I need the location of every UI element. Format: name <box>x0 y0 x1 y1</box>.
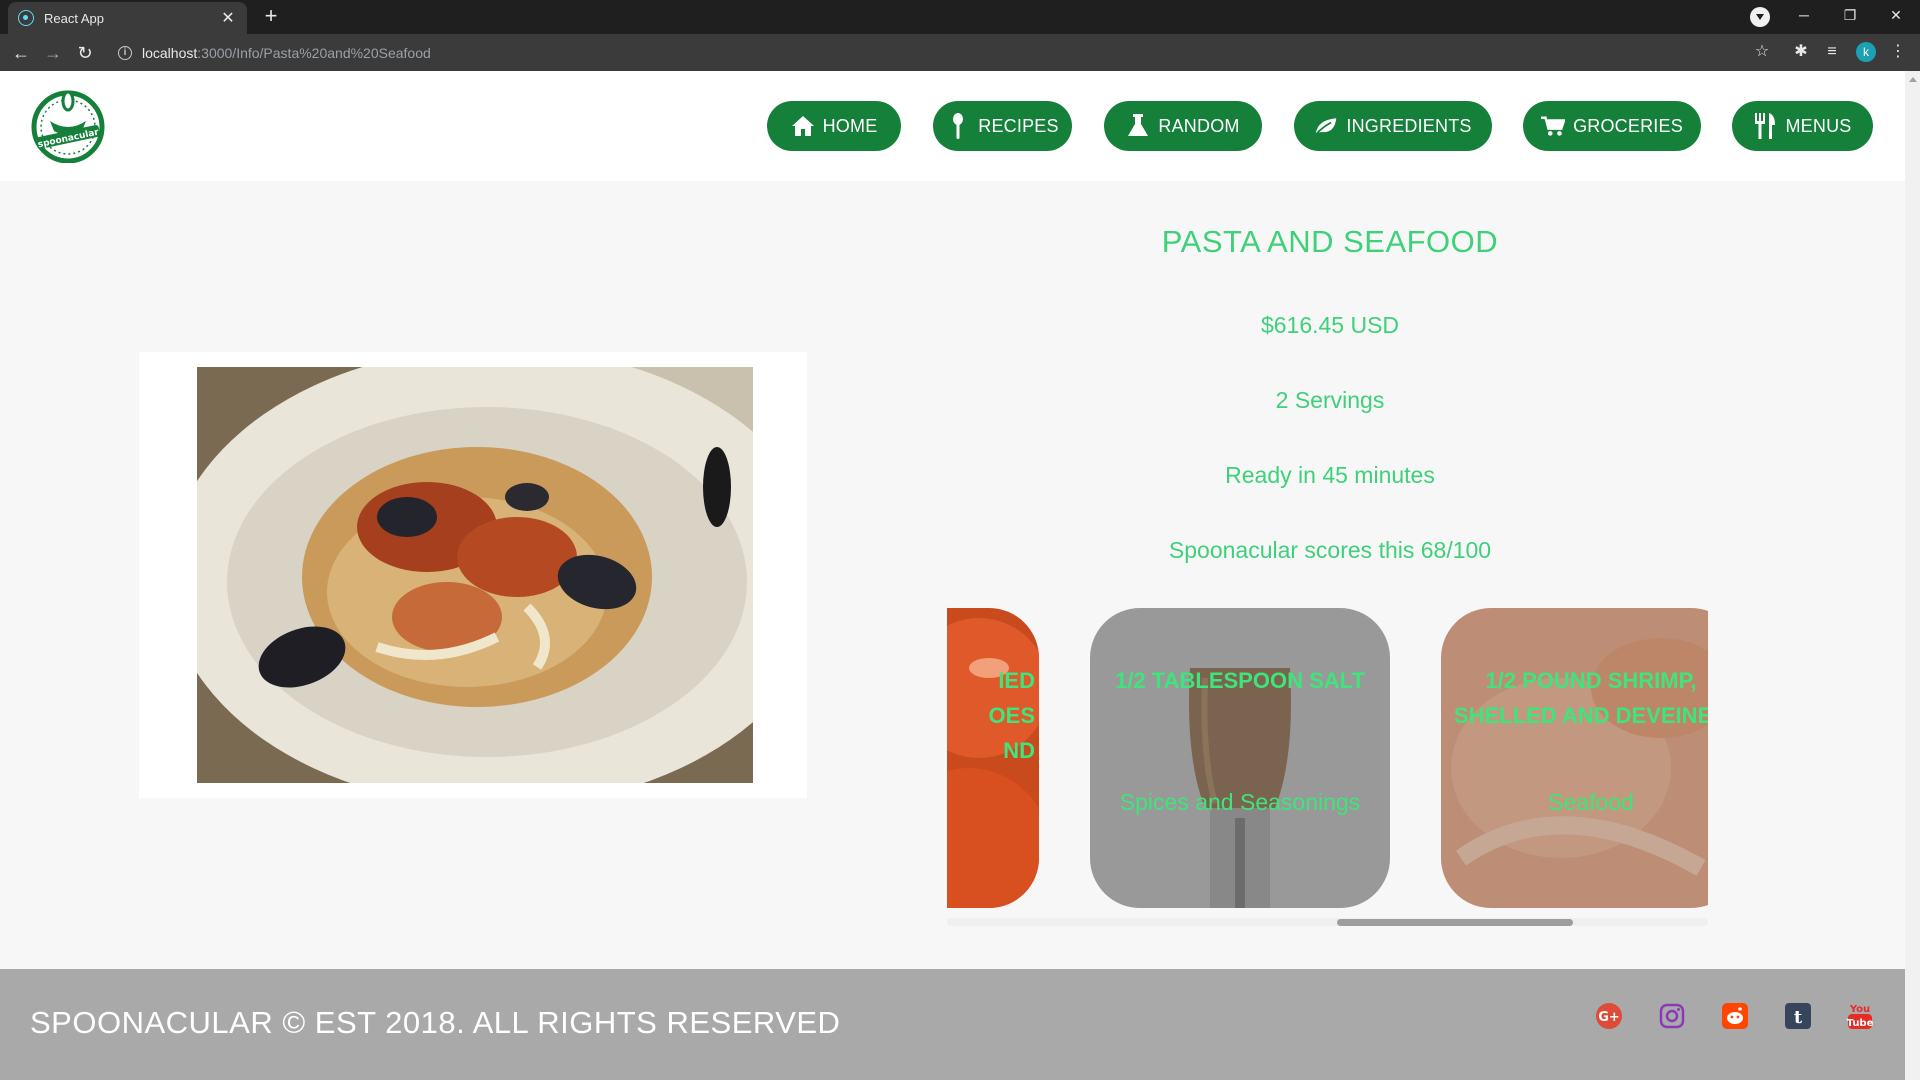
ingredient-name: 1/2 POUND SHRIMP, SHELLED AND DEVEINED <box>1453 668 1708 728</box>
page: spoonacular HOME RECIPES RANDOM INGREDIE… <box>0 71 1905 1080</box>
media-control-icon[interactable] <box>1750 7 1770 27</box>
scroll-up-icon[interactable] <box>1909 77 1917 82</box>
nav-recipes-label: RECIPES <box>978 115 1059 136</box>
nav-menus-button[interactable]: MENUS <box>1732 101 1873 151</box>
nav-groceries-button[interactable]: GROCERIES <box>1523 101 1701 151</box>
svg-text:G+: G+ <box>1598 1010 1620 1025</box>
browser-tab-bar: React App ✕ + ─ ❐ ✕ <box>0 0 1920 34</box>
ingredient-name: IED OES ND <box>988 668 1035 763</box>
svg-text:You: You <box>1849 1004 1870 1015</box>
utensils-icon <box>1753 113 1777 139</box>
nav-groceries-label: GROCERIES <box>1573 115 1683 136</box>
profile-avatar[interactable]: k <box>1856 42 1876 62</box>
browser-tab[interactable]: React App ✕ <box>8 2 247 34</box>
url-path: :3000/Info/Pasta%20and%20Seafood <box>197 44 431 61</box>
extensions-icon[interactable]: ✱ <box>1790 41 1812 63</box>
flask-icon <box>1126 114 1150 138</box>
footer-copyright: SPOONACULAR © EST 2018. ALL RIGHTS RESER… <box>30 1005 841 1040</box>
url-host: localhost <box>142 44 198 61</box>
bookmark-star-icon[interactable]: ☆ <box>1751 41 1773 63</box>
leaf-icon <box>1314 114 1338 138</box>
ingredient-card[interactable]: 1/2 TABLESPOON SALT Spices and Seasoning… <box>1090 608 1390 908</box>
google-plus-icon[interactable]: G+ <box>1594 1001 1624 1031</box>
nav-home-button[interactable]: HOME <box>767 101 901 151</box>
url-field[interactable]: i localhost:3000/Info/Pasta%20and%20Seaf… <box>110 39 1770 66</box>
youtube-icon[interactable]: You Tube <box>1845 1001 1875 1031</box>
back-icon[interactable]: ← <box>8 40 34 66</box>
site-info-icon[interactable]: i <box>118 45 132 60</box>
pasta-seafood-photo <box>197 367 753 783</box>
reload-icon[interactable]: ↻ <box>72 40 98 66</box>
nav-menus-label: MENUS <box>1785 115 1852 136</box>
reddit-icon[interactable] <box>1720 1001 1750 1031</box>
nav-ingredients-button[interactable]: INGREDIENTS <box>1294 101 1492 151</box>
new-tab-button[interactable]: + <box>258 4 284 30</box>
spoon-icon <box>946 113 970 139</box>
recipe-score: Spoonacular scores this 68/100 <box>1168 537 1492 563</box>
nav-ingredients-label: INGREDIENTS <box>1346 115 1472 136</box>
ingredient-aisle: Seafood <box>1548 789 1634 815</box>
svg-text:Tube: Tube <box>1847 1018 1874 1029</box>
instagram-icon[interactable] <box>1657 1001 1687 1031</box>
recipe-servings: 2 Servings <box>1275 387 1385 413</box>
ingredient-card[interactable]: IED OES ND <box>947 608 1039 908</box>
tab-title: React App <box>44 10 104 26</box>
recipe-image-card <box>139 352 807 798</box>
ingredient-aisle: Spices and Seasonings <box>1119 789 1361 815</box>
carousel-scrollbar-track[interactable] <box>947 918 1708 926</box>
recipe-price: $616.45 USD <box>1260 312 1400 338</box>
nav-random-button[interactable]: RANDOM <box>1104 101 1262 151</box>
site-footer: SPOONACULAR © EST 2018. ALL RIGHTS RESER… <box>0 969 1905 1080</box>
restore-button[interactable]: ❐ <box>1827 0 1873 30</box>
ingredient-carousel[interactable]: IED OES ND 1/2 TABLESPOON SALT Spices and … <box>947 608 1708 908</box>
minimize-button[interactable]: ─ <box>1781 0 1827 30</box>
address-bar: ← → ↻ i localhost:3000/Info/Pasta%20and%… <box>0 34 1920 71</box>
recipe-title: PASTA AND SEAFOOD <box>1161 224 1499 259</box>
react-favicon-icon <box>18 10 34 26</box>
ingredient-name: 1/2 TABLESPOON SALT <box>1115 668 1365 693</box>
cart-icon <box>1541 114 1566 138</box>
recipe-ready-time: Ready in 45 minutes <box>1225 462 1435 488</box>
tumblr-icon[interactable]: t <box>1783 1001 1813 1031</box>
site-header: spoonacular HOME RECIPES RANDOM INGREDIE… <box>0 71 1905 181</box>
spoonacular-logo[interactable]: spoonacular <box>30 87 106 163</box>
close-window-button[interactable]: ✕ <box>1873 0 1919 30</box>
carousel-scrollbar-thumb[interactable] <box>1337 919 1573 926</box>
home-icon <box>791 114 815 138</box>
nav-recipes-button[interactable]: RECIPES <box>933 101 1072 151</box>
ingredient-card[interactable]: 1/2 POUND SHRIMP, SHELLED AND DEVEINED S… <box>1441 608 1708 908</box>
nav-home-label: HOME <box>822 115 878 136</box>
browser-menu-icon[interactable]: ⋮ <box>1887 41 1909 63</box>
nav-random-label: RANDOM <box>1158 115 1240 136</box>
tab-close-icon[interactable]: ✕ <box>219 8 237 28</box>
svg-text:t: t <box>1794 1007 1803 1028</box>
reading-list-icon[interactable]: ≡ <box>1821 41 1843 63</box>
forward-icon[interactable]: → <box>40 40 66 66</box>
page-scrollbar[interactable] <box>1905 71 1920 1080</box>
